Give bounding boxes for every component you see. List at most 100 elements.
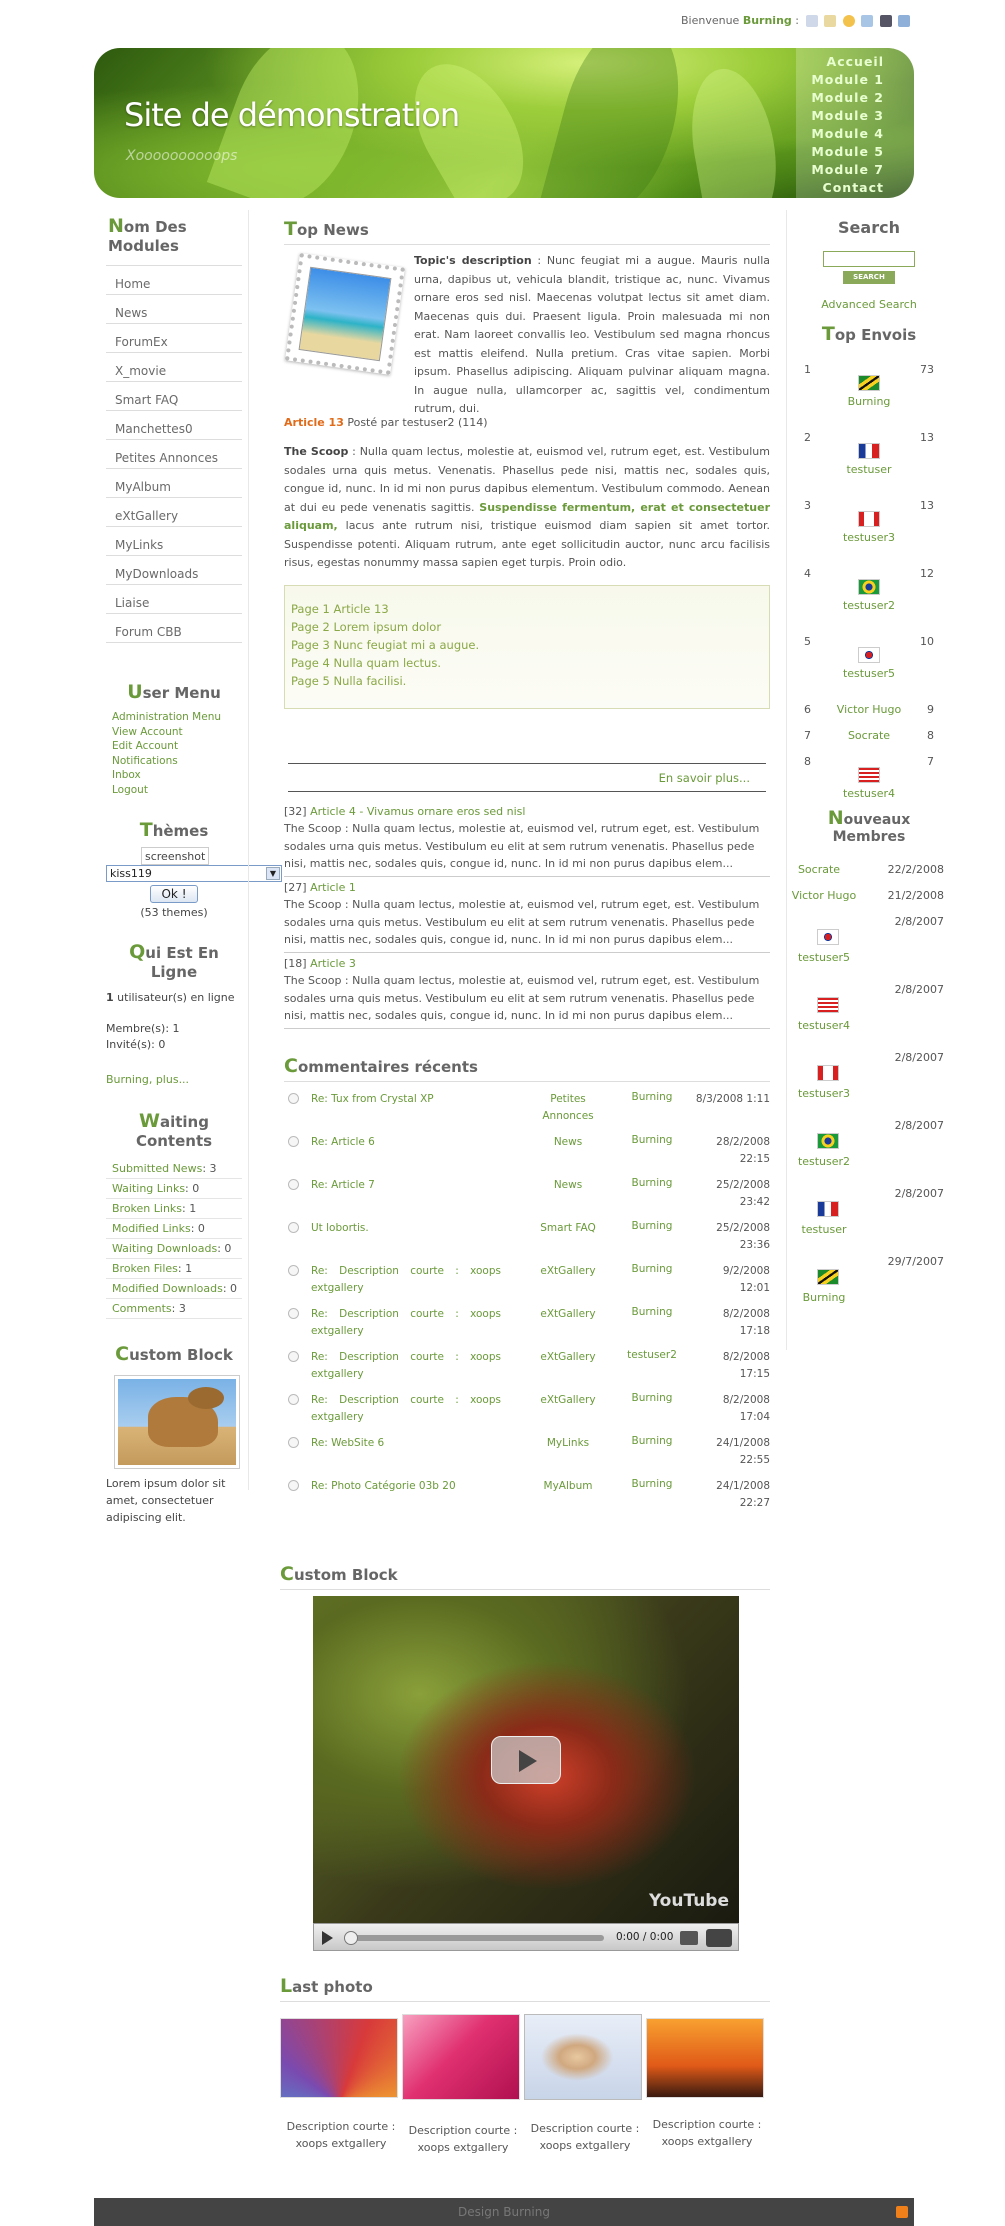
menu-item-accueil[interactable]: Accueil [796,53,884,71]
sender-link[interactable]: testuser5 [794,667,944,680]
waiting-item[interactable]: Submitted News: 3 [106,1159,242,1179]
sender-link[interactable]: testuser [794,463,944,476]
module-x-movie[interactable]: X_movie [106,353,242,382]
sender-link[interactable]: Burning [794,395,944,408]
module-news[interactable]: News [106,295,242,324]
smiley-icon[interactable] [842,15,855,27]
menu-item-module-3[interactable]: Module 3 [796,107,884,125]
logout-icon[interactable] [898,15,910,27]
comment-row[interactable]: Ut lobortis. Smart FAQ Burning 25/2/2008 23… [284,1220,770,1263]
comment-row[interactable]: Re: Photo Catégorie 03b 20 MyAlbum Burning… [284,1478,770,1521]
module-home[interactable]: Home [106,266,242,295]
seek-handle[interactable] [344,1930,358,1945]
comment-row[interactable]: Re: Description courte : xoops extgaller… [284,1306,770,1349]
article-title-link[interactable]: Article 1 [310,881,356,894]
profile-icon[interactable] [805,15,818,27]
module-liaise[interactable]: Liaise [106,585,242,614]
module-myalbum[interactable]: MyAlbum [106,469,242,498]
module-forum-cbb[interactable]: Forum CBB [106,614,242,643]
comment-row[interactable]: Re: Description courte : xoops extgaller… [284,1392,770,1435]
image-icon[interactable] [879,15,892,27]
page-link[interactable]: Page 4 Nulla quam lectus. [291,654,763,672]
notifications-link[interactable]: Notifications [106,754,242,769]
recent-comments-title: Commentaires récents [284,1055,770,1082]
photo-woman[interactable] [524,2013,642,2100]
view-account-link[interactable]: View Account [106,725,242,740]
article-pages-box: Page 1 Article 13 Page 2 Lorem ipsum dol… [284,584,770,709]
flag-jamaica-icon [817,1269,839,1285]
edit-icon[interactable] [824,15,836,27]
waiting-item[interactable]: Modified Links: 0 [106,1219,242,1239]
search-button[interactable]: Search [843,271,895,284]
article-title-link[interactable]: Article 3 [310,957,356,970]
page-link[interactable]: Page 3 Nunc feugiat mi a augue. [291,636,763,654]
photo-caption: Description courte : xoops extgallery [286,2119,396,2150]
module-forumex[interactable]: ForumEx [106,324,242,353]
waiting-item[interactable]: Broken Links: 1 [106,1199,242,1219]
sender-link[interactable]: testuser4 [794,787,944,800]
module-extgallery[interactable]: eXtGallery [106,498,242,527]
photo-golfer[interactable] [646,2017,764,2098]
play-icon[interactable] [322,1930,333,1945]
menu-item-contact[interactable]: Contact [796,179,884,197]
menu-item-module-5[interactable]: Module 5 [796,143,884,161]
comment-icon [288,1350,299,1362]
sender-link[interactable]: Victor Hugo [794,703,944,716]
comment-row[interactable]: Re: Article 6 News Burning 28/2/2008 22:15 [284,1134,770,1177]
online-more-link[interactable]: Burning, plus... [106,1073,242,1086]
menu-item-module-4[interactable]: Module 4 [796,125,884,143]
comment-row[interactable]: Re: Description courte : xoops extgaller… [284,1263,770,1306]
page-link[interactable]: Page 5 Nulla facilisi. [291,672,763,690]
logout-link[interactable]: Logout [106,783,242,798]
search-icon[interactable] [861,15,873,27]
article-title-link[interactable]: Article 4 - Vivamus ornare eros sed nisl [310,805,525,818]
fullscreen-icon[interactable] [706,1928,732,1947]
volume-icon[interactable] [680,1930,698,1945]
comment-row[interactable]: Re: Tux from Crystal XP Petites Annonces B… [284,1091,770,1134]
play-button[interactable] [491,1735,561,1784]
module-petites-annonces[interactable]: Petites Annonces [106,440,242,469]
module-mydownloads[interactable]: MyDownloads [106,556,242,585]
menu-item-module-1[interactable]: Module 1 [796,71,884,89]
comment-icon [288,1221,299,1233]
youtube-logo[interactable]: YouTube [649,1891,729,1911]
comment-row[interactable]: Re: Description courte : xoops extgaller… [284,1349,770,1392]
read-more-link[interactable]: En savoir plus... [284,771,770,785]
comment-row[interactable]: Re: Article 7 News Burning 25/2/2008 23:42 [284,1177,770,1220]
module-manchettes[interactable]: Manchettes0 [106,411,242,440]
username-link[interactable]: Burning [743,14,792,27]
site-title[interactable]: Site de démonstration [124,96,460,134]
menu-item-module-7[interactable]: Module 7 [796,161,884,179]
waiting-item[interactable]: Comments: 3 [106,1299,242,1319]
advanced-search-link[interactable]: Advanced Search [794,298,944,311]
seek-bar[interactable] [346,1934,604,1941]
module-mylinks[interactable]: MyLinks [106,527,242,556]
comment-row[interactable]: Re: WebSite 6 MyLinks Burning 24/1/2008 22:… [284,1435,770,1478]
edit-account-link[interactable]: Edit Account [106,739,242,754]
waiting-item[interactable]: Waiting Downloads: 0 [106,1239,242,1259]
rss-icon[interactable] [896,2206,908,2218]
waiting-item[interactable]: Modified Downloads: 0 [106,1279,242,1299]
module-smart-faq[interactable]: Smart FAQ [106,382,242,411]
theme-select[interactable]: kiss119 ▼ [106,865,282,882]
page-link[interactable]: Page 2 Lorem ipsum dolor [291,618,763,636]
theme-ok-button[interactable]: Ok ! [150,885,198,903]
sender-link[interactable]: testuser3 [794,531,944,544]
chevron-down-icon[interactable]: ▼ [266,867,280,880]
sender-link[interactable]: testuser2 [794,599,944,612]
comment-icon [288,1307,299,1319]
sender-link[interactable]: Socrate [794,729,944,742]
waiting-item[interactable]: Broken Files: 1 [106,1259,242,1279]
inbox-link[interactable]: Inbox [106,768,242,783]
page-link[interactable]: Page 1 Article 13 [291,600,763,618]
photo-umbrella[interactable] [280,2017,398,2098]
menu-item-module-2[interactable]: Module 2 [796,89,884,107]
video-controls: 0:00 / 0:00 [313,1922,739,1951]
admin-menu-link[interactable]: Administration Menu [106,710,242,725]
waiting-item[interactable]: Waiting Links: 0 [106,1179,242,1199]
photo-pink[interactable] [402,2013,520,2100]
search-input[interactable] [823,251,915,267]
comment-icon [288,1479,299,1491]
video-player[interactable]: YouTube 0:00 / 0:00 [313,1595,739,1951]
article-13-link[interactable]: Article 13 [284,416,344,429]
